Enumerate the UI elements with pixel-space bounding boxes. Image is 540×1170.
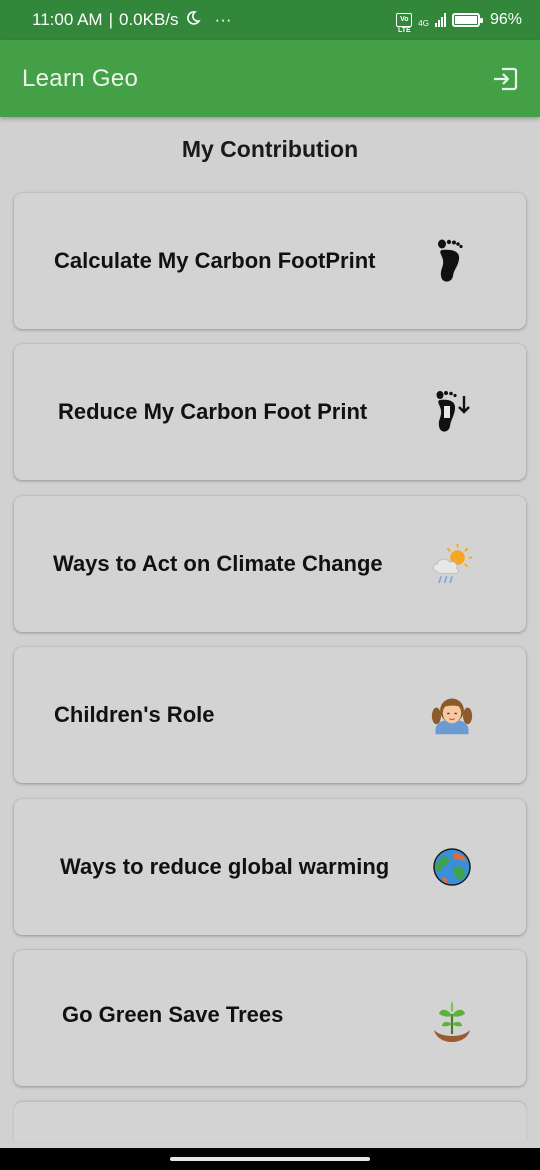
card-label: Ways to Act on Climate Change (53, 551, 383, 576)
page-title: My Contribution (181, 136, 359, 162)
card-label: Calculate My Carbon FootPrint (54, 248, 376, 273)
footprint-reduce-icon (430, 388, 474, 436)
signal-icon (434, 13, 446, 27)
card-act-on-climate-change[interactable]: Ways to Act on Climate Change (14, 496, 526, 632)
card-label: Go Green Save Trees (62, 1002, 284, 1027)
girl-icon (430, 691, 474, 739)
home-handle[interactable] (170, 1157, 370, 1161)
status-right: Vo LTE 4G 96% (396, 11, 522, 34)
card-childrens-role[interactable]: Children's Role (14, 647, 526, 783)
plant-in-hands-icon (430, 998, 474, 1046)
card-calculate-carbon-footprint[interactable]: Calculate My Carbon FootPrint (14, 193, 526, 329)
status-more: ··· (214, 10, 232, 29)
status-time: 11:00 AM (32, 10, 103, 29)
card-reduce-carbon-footprint[interactable]: Reduce My Carbon Foot Print (14, 344, 526, 480)
app-bar: Learn Geo (0, 40, 540, 117)
card-go-green-save-trees[interactable]: Go Green Save Trees (14, 950, 526, 1086)
card-label: Ways to reduce global warming (60, 854, 390, 879)
network-type: 4G (418, 19, 429, 28)
card-reduce-global-warming[interactable]: Ways to reduce global warming (14, 799, 526, 935)
volte-icon: Vo LTE (396, 13, 413, 34)
system-nav-bar (0, 1148, 540, 1170)
card-label: Reduce My Carbon Foot Print (58, 399, 368, 424)
footprint-icon (430, 237, 474, 285)
exit-icon[interactable] (490, 64, 520, 94)
app-title: Learn Geo (22, 64, 139, 92)
battery-icon (451, 13, 483, 27)
status-bar: 11:00 AM | 0.0KB/s ··· Vo LTE 4G 96% (0, 0, 540, 40)
status-network-speed: 0.0KB/s (119, 10, 179, 29)
moon-icon (185, 10, 201, 31)
battery-percent: 96% (489, 11, 522, 28)
status-left: 11:00 AM | 0.0KB/s ··· (32, 10, 232, 31)
card-partial[interactable] (14, 1102, 526, 1142)
card-label: Children's Role (54, 702, 215, 727)
earth-icon (430, 843, 474, 891)
weather-sun-rain-icon (430, 540, 474, 588)
